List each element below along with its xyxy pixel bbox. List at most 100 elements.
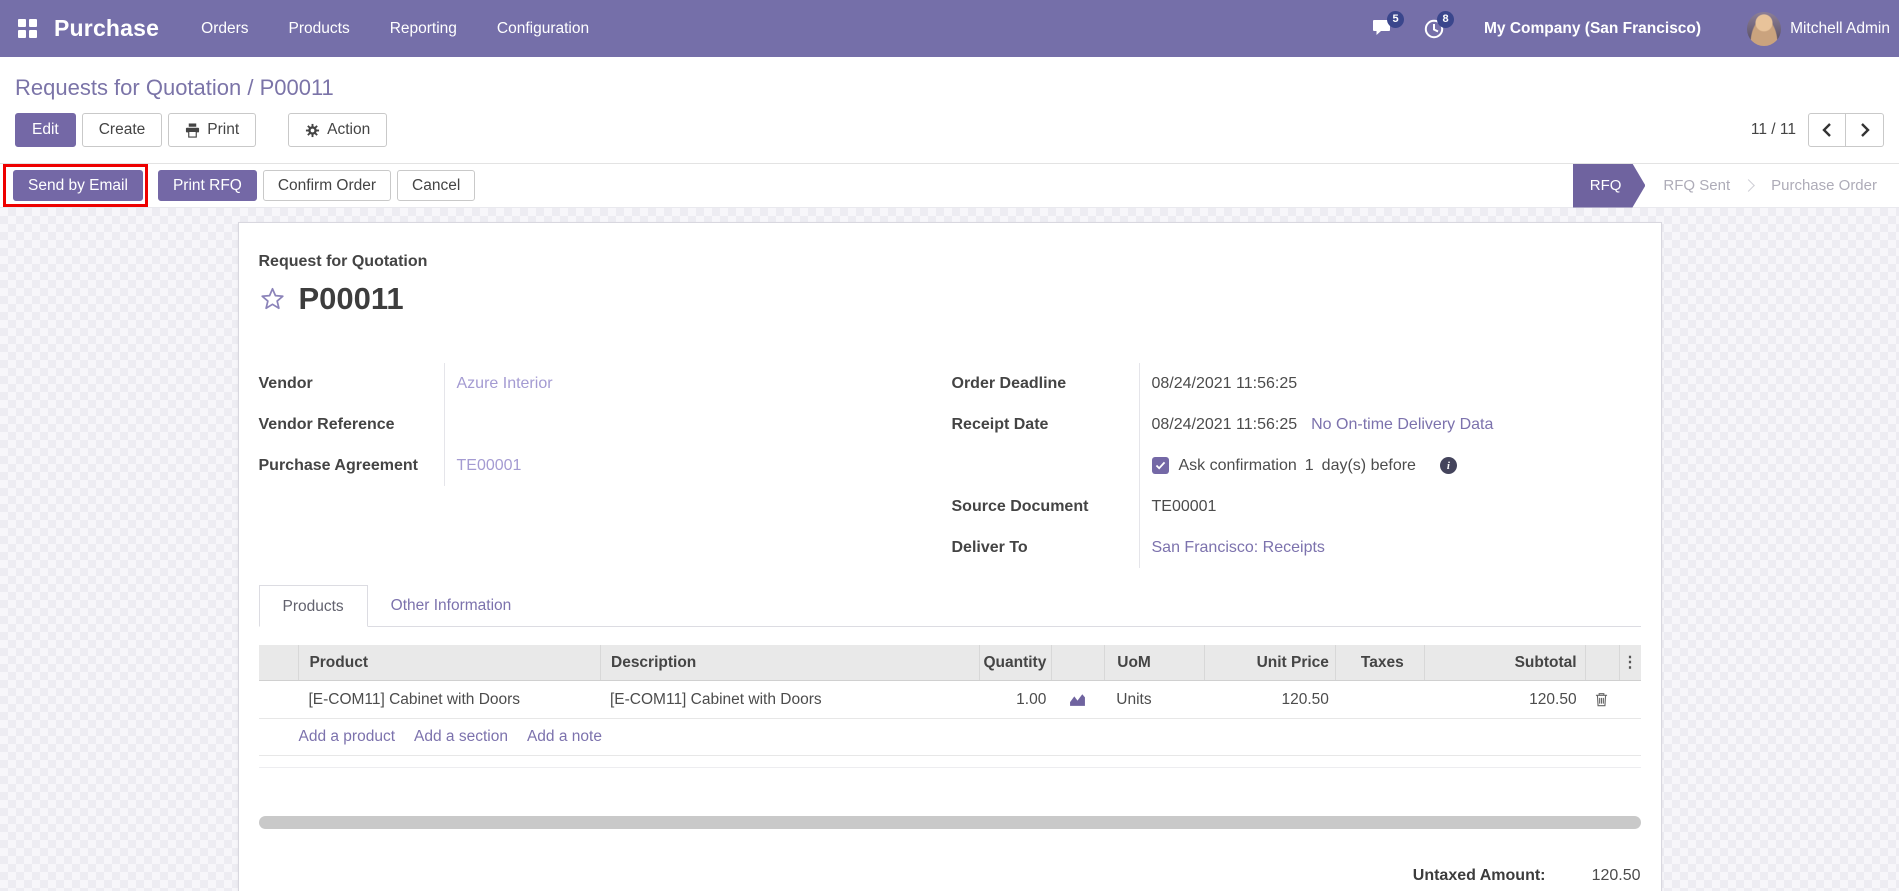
printer-icon	[185, 123, 200, 138]
menu-products[interactable]: Products	[289, 20, 350, 38]
field-column-right: Order Deadline 08/24/2021 11:56:25 Recei…	[952, 363, 1641, 568]
title-row: P00011	[259, 279, 1641, 319]
chevron-left-icon	[1822, 123, 1832, 137]
on-time-delivery-link[interactable]: No On-time Delivery Data	[1311, 416, 1493, 434]
untaxed-amount-label: Untaxed Amount:	[1413, 867, 1546, 885]
add-product-link[interactable]: Add a product	[299, 728, 396, 746]
header-trash-spacer	[1585, 645, 1619, 680]
send-by-email-button[interactable]: Send by Email	[13, 170, 143, 201]
field-deliver-to: Deliver To San Francisco: Receipts	[952, 527, 1641, 568]
field-order-deadline: Order Deadline 08/24/2021 11:56:25	[952, 363, 1641, 404]
check-icon	[1155, 461, 1166, 470]
menu-configuration[interactable]: Configuration	[497, 20, 589, 38]
pager-counter: 11 / 11	[1751, 121, 1796, 139]
ask-confirmation-days: 1	[1305, 457, 1314, 475]
vendor-label: Vendor	[259, 375, 444, 393]
main-menu: Orders Products Reporting Configuration	[201, 20, 589, 38]
status-pipeline: RFQ RFQ Sent Purchase Order	[1573, 164, 1899, 208]
print-button[interactable]: Print	[168, 113, 256, 147]
tab-other-information[interactable]: Other Information	[368, 585, 535, 626]
vendor-value[interactable]: Azure Interior	[457, 375, 553, 393]
receipt-date-value: 08/24/2021 11:56:25	[1152, 416, 1298, 434]
field-column-left: Vendor Azure Interior Vendor Reference P…	[259, 363, 946, 568]
control-panel-buttons: Edit Create Print Action	[15, 113, 387, 147]
header-product[interactable]: Product	[298, 645, 600, 680]
header-handle	[259, 645, 299, 680]
pager-next-button[interactable]	[1846, 113, 1884, 147]
cell-unit-price: 120.50	[1204, 681, 1335, 718]
totals-row: Untaxed Amount: 120.50	[259, 867, 1641, 885]
purchase-agreement-label: Purchase Agreement	[259, 457, 444, 475]
breadcrumb[interactable]: Requests for Quotation / P00011	[15, 75, 334, 100]
cell-quantity: 1.00	[979, 681, 1051, 718]
info-circle-icon: i	[1440, 457, 1457, 474]
delete-line-button[interactable]	[1595, 692, 1608, 707]
pager: 11 / 11	[1751, 113, 1884, 147]
header-quantity[interactable]: Quantity	[979, 645, 1051, 680]
menu-orders[interactable]: Orders	[201, 20, 248, 38]
app-name[interactable]: Purchase	[54, 15, 159, 42]
deliver-to-value[interactable]: San Francisco: Receipts	[1152, 539, 1325, 557]
document-name: P00011	[299, 281, 404, 317]
list-bottom-border	[259, 756, 1641, 768]
header-uom[interactable]: UoM	[1104, 645, 1204, 680]
edit-button[interactable]: Edit	[15, 113, 76, 147]
cell-description: [E-COM11] Cabinet with Doors	[600, 691, 979, 709]
notebook-tabs: Products Other Information	[259, 585, 1641, 627]
forecast-chart-icon[interactable]	[1069, 692, 1086, 707]
breadcrumb-row: Requests for Quotation / P00011	[0, 57, 1899, 107]
state-rfq[interactable]: RFQ	[1573, 164, 1646, 208]
table-row[interactable]: [E-COM11] Cabinet with Doors [E-COM11] C…	[259, 681, 1641, 719]
activities-button[interactable]: 8	[1424, 19, 1444, 39]
header-subtotal[interactable]: Subtotal	[1424, 645, 1585, 680]
deliver-to-label: Deliver To	[952, 539, 1139, 557]
top-navbar: Purchase Orders Products Reporting Confi…	[0, 0, 1899, 57]
cancel-button[interactable]: Cancel	[397, 170, 475, 201]
apps-grid-icon	[18, 19, 37, 38]
add-section-link[interactable]: Add a section	[414, 728, 508, 746]
add-note-link[interactable]: Add a note	[527, 728, 602, 746]
state-rfq-sent[interactable]: RFQ Sent	[1645, 164, 1748, 208]
order-deadline-value: 08/24/2021 11:56:25	[1152, 375, 1298, 393]
gear-icon	[305, 123, 320, 138]
doc-type-label: Request for Quotation	[259, 253, 1641, 271]
receipt-date-label: Receipt Date	[952, 416, 1139, 434]
header-forecast	[1051, 645, 1104, 680]
form-sheet: Request for Quotation P00011 Vendor Azur…	[238, 222, 1662, 891]
field-grid: Vendor Azure Interior Vendor Reference P…	[259, 363, 1641, 568]
create-button[interactable]: Create	[82, 113, 163, 147]
order-lines-table: Product Description Quantity UoM Unit Pr…	[259, 645, 1641, 768]
statusbar-buttons: Send by Email Print RFQ Confirm Order Ca…	[3, 164, 475, 207]
header-description[interactable]: Description	[600, 645, 979, 680]
header-taxes[interactable]: Taxes	[1335, 645, 1424, 680]
purchase-agreement-value[interactable]: TE00001	[457, 457, 522, 475]
menu-reporting[interactable]: Reporting	[390, 20, 457, 38]
cell-product: [E-COM11] Cabinet with Doors	[298, 691, 600, 709]
field-source-document: Source Document TE00001	[952, 486, 1641, 527]
field-vendor: Vendor Azure Interior	[259, 363, 946, 404]
avatar	[1747, 12, 1781, 46]
confirm-order-button[interactable]: Confirm Order	[263, 170, 391, 201]
apps-menu-button[interactable]	[14, 16, 40, 42]
send-by-email-highlight: Send by Email	[3, 164, 148, 207]
header-unit-price[interactable]: Unit Price	[1204, 645, 1335, 680]
print-rfq-button[interactable]: Print RFQ	[158, 170, 257, 201]
tab-products[interactable]: Products	[259, 585, 368, 627]
action-button[interactable]: Action	[288, 113, 387, 147]
messages-button[interactable]: 5	[1373, 19, 1394, 38]
ask-confirmation-label: Ask confirmation	[1179, 457, 1297, 475]
field-receipt-date: Receipt Date 08/24/2021 11:56:25 No On-t…	[952, 404, 1641, 445]
cell-subtotal: 120.50	[1424, 681, 1585, 718]
state-purchase-order[interactable]: Purchase Order	[1753, 164, 1899, 208]
ask-confirmation-checkbox[interactable]	[1152, 457, 1169, 474]
optional-columns-icon[interactable]: ⋮	[1619, 645, 1641, 680]
favorite-star-icon[interactable]	[259, 286, 286, 312]
company-switcher[interactable]: My Company (San Francisco)	[1484, 20, 1701, 38]
pager-previous-button[interactable]	[1808, 113, 1846, 147]
field-purchase-agreement: Purchase Agreement TE00001	[259, 445, 946, 486]
cell-uom: Units	[1104, 691, 1204, 709]
source-document-value: TE00001	[1152, 498, 1217, 516]
table-horizontal-scrollbar[interactable]	[259, 816, 1641, 829]
user-menu[interactable]: Mitchell Admin	[1747, 12, 1890, 46]
form-view: Request for Quotation P00011 Vendor Azur…	[0, 208, 1899, 891]
